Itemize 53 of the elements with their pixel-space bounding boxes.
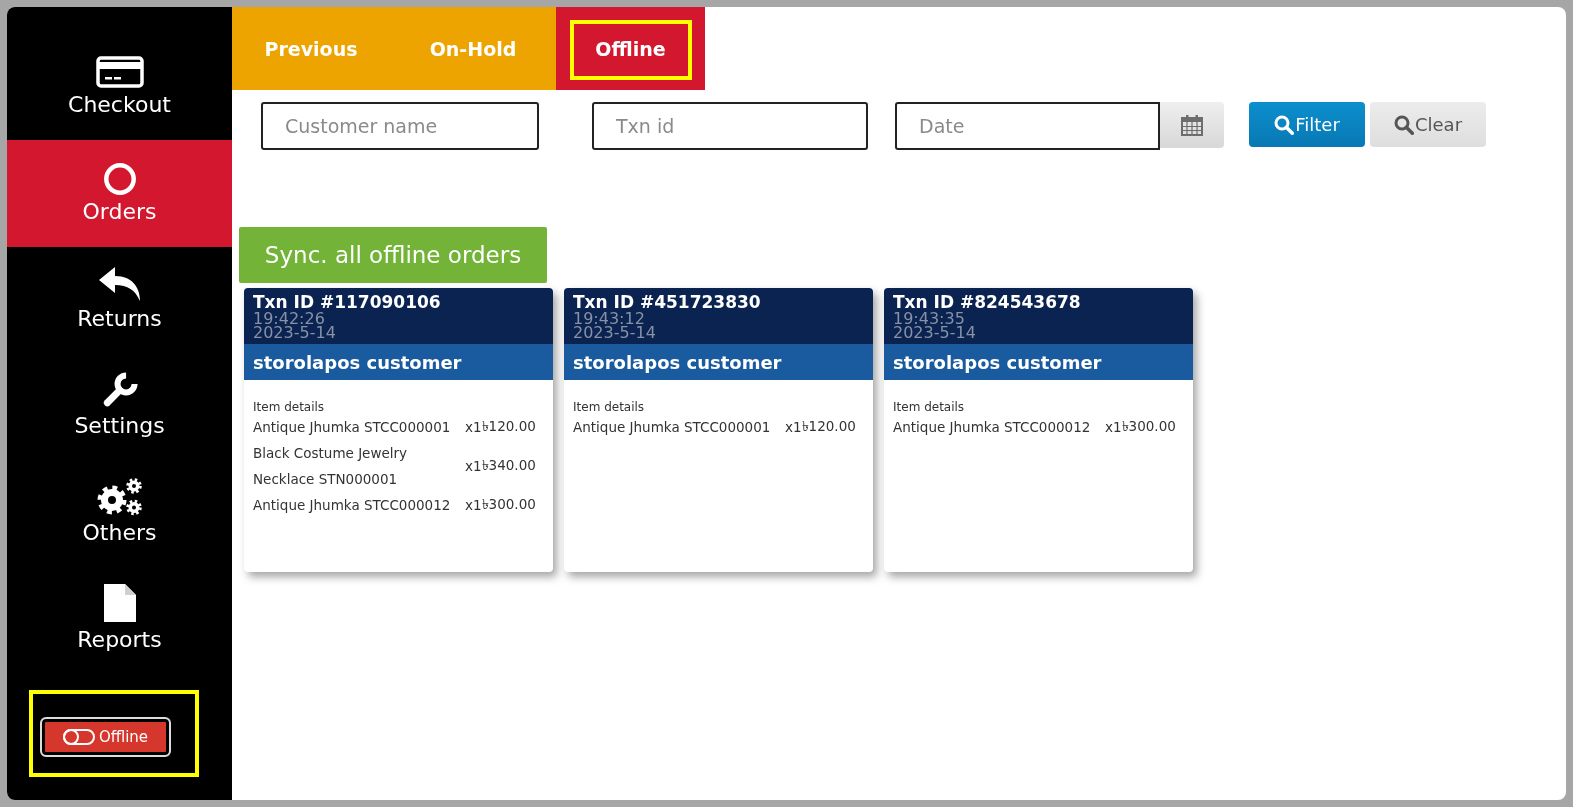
file-icon [102, 583, 137, 623]
reply-arrow-icon [97, 266, 142, 302]
sidebar-item[interactable]: Checkout [7, 33, 232, 140]
items-heading: Item details [893, 400, 966, 414]
order-time: 19:42:26 [253, 312, 325, 326]
search-icon [1393, 114, 1414, 135]
item-name: Antique Jhumka STCC000001 [253, 418, 452, 437]
items-heading: Item details [253, 400, 326, 414]
item-price: ৳120.00 [801, 416, 856, 436]
txn-id: Txn ID #117090106 [253, 292, 442, 312]
item-quantity: x1 [1105, 419, 1122, 435]
customer-name: storolapos customer [253, 351, 462, 373]
ring-icon [103, 163, 136, 195]
toggle-icon [62, 729, 95, 745]
sidebar-item[interactable]: Orders [7, 140, 232, 247]
item-price: ৳300.00 [481, 494, 536, 514]
search-icon [1274, 114, 1295, 135]
order-time: 19:43:35 [893, 312, 965, 326]
item-quantity: x1 [465, 419, 482, 435]
calendar-icon [1181, 114, 1203, 136]
item-price: ৳340.00 [481, 455, 536, 475]
date-field[interactable]: Date [895, 102, 1160, 150]
txn-id-field[interactable]: Txn id [592, 102, 868, 150]
sidebar-item[interactable]: Settings [7, 354, 232, 461]
sidebar-item[interactable]: Others [7, 461, 232, 568]
item-price: ৳120.00 [481, 416, 536, 436]
item-quantity: x1 [465, 458, 482, 474]
order-date: 2023-5-14 [253, 326, 337, 340]
item-quantity: x1 [785, 419, 802, 435]
item-name: Antique Jhumka STCC000012 [253, 496, 452, 515]
connection-toggle[interactable]: Offline [40, 717, 171, 757]
filter-button[interactable]: Filter [1249, 102, 1365, 147]
txn-id: Txn ID #451723830 [573, 292, 762, 312]
items-heading: Item details [573, 400, 646, 414]
order-date: 2023-5-14 [893, 326, 977, 340]
clear-button[interactable]: Clear [1370, 102, 1486, 147]
tab[interactable]: Offline [556, 7, 705, 90]
sidebar-item[interactable]: Reports [7, 568, 232, 675]
item-quantity: x1 [465, 497, 482, 513]
order-time: 19:43:12 [573, 312, 645, 326]
customer-name: storolapos customer [573, 351, 782, 373]
item-name: Antique Jhumka STCC000001 [573, 418, 772, 437]
customer-name-field[interactable]: Customer name [261, 102, 539, 150]
order-date: 2023-5-14 [573, 326, 657, 340]
sidebar-item[interactable]: Returns [7, 247, 232, 354]
credit-card-icon [95, 56, 144, 88]
item-name: Black Costume Jewelry Necklace STN000001 [253, 444, 409, 489]
txn-id: Txn ID #824543678 [893, 292, 1082, 312]
item-price: ৳300.00 [1121, 416, 1176, 436]
gears-icon [96, 478, 143, 516]
item-name: Antique Jhumka STCC000012 [893, 418, 1092, 437]
customer-name: storolapos customer [893, 351, 1102, 373]
calendar-button[interactable] [1160, 102, 1224, 148]
